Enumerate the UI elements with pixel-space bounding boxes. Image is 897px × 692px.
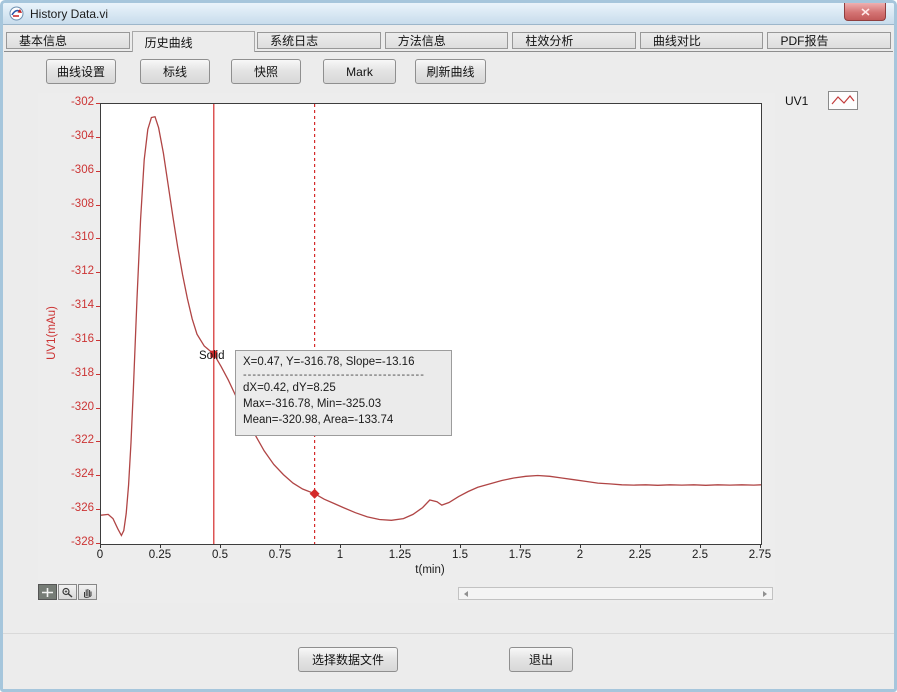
tab-label: 历史曲线 [145,34,193,51]
app-window: History Data.vi 基本信息 历史曲线 系统日志 方法信息 柱效分析 曲线对比… [0,0,897,692]
y-tick-label: -310 [54,231,94,243]
title-bar[interactable]: History Data.vi [3,3,894,25]
horizontal-scrollbar[interactable] [458,587,773,600]
left-arrow-icon [464,591,468,597]
tab-curve-compare[interactable]: 曲线对比 [640,32,764,49]
y-tick-label: -302 [54,96,94,108]
x-tick-label: 1.5 [438,549,482,561]
tab-column-efficiency[interactable]: 柱效分析 [512,32,636,49]
x-tick-label: 0.25 [138,549,182,561]
cursor-name-label[interactable]: Solid [199,350,225,362]
annotation-separator: --------------------------------------- [243,370,444,380]
tab-system-log[interactable]: 系统日志 [257,32,381,49]
exit-button[interactable]: 退出 [509,647,573,672]
x-tick-label: 0 [78,549,122,561]
app-icon [9,6,24,21]
annotation-line-3: Max=-316.78, Min=-325.03 [243,396,444,412]
y-tick-label: -322 [54,434,94,446]
x-tick-label: 2 [558,549,602,561]
curve-settings-button[interactable]: 曲线设置 [46,59,116,84]
crosshair-icon [41,587,54,598]
y-tick-label: -304 [54,130,94,142]
tab-label: 基本信息 [19,32,67,49]
tab-label: 方法信息 [398,32,446,49]
legend-line-style-icon[interactable] [828,91,858,110]
tab-pdf-report[interactable]: PDF报告 [767,32,891,49]
y-tick-label: -312 [54,265,94,277]
footer-divider [3,633,894,634]
x-tick-label: 1.75 [498,549,542,561]
x-tick-label: 0.75 [258,549,302,561]
x-tick-label: 2.75 [738,549,782,561]
close-button[interactable] [844,3,886,21]
magnifier-icon [61,587,74,598]
right-arrow-icon [763,591,767,597]
zoom-tool-button[interactable] [58,584,77,600]
y-tick-label: -324 [54,468,94,480]
tab-bar: 基本信息 历史曲线 系统日志 方法信息 柱效分析 曲线对比 PDF报告 [4,31,893,52]
y-tick-label: -318 [54,367,94,379]
y-tick-label: -326 [54,502,94,514]
x-tick-label: 2.5 [678,549,722,561]
y-tick-label: -306 [54,164,94,176]
x-tick-label: 2.25 [618,549,662,561]
tab-label: 柱效分析 [525,32,573,49]
scroll-right-button[interactable] [758,588,772,599]
scroll-left-button[interactable] [459,588,473,599]
plot-area[interactable] [100,103,762,545]
y-tick-label: -308 [54,198,94,210]
graph-palette [38,584,97,600]
hand-icon [81,587,94,598]
snapshot-button[interactable]: 快照 [231,59,301,84]
y-tick-label: -328 [54,536,94,548]
legend-series-label: UV1 [785,94,808,108]
cursor-marker-diamond[interactable] [310,489,320,499]
close-icon [861,8,870,16]
x-axis-title: t(min) [415,564,444,576]
tab-label: PDF报告 [780,32,828,49]
x-tick-label: 0.5 [198,549,242,561]
tab-method-info[interactable]: 方法信息 [385,32,509,49]
pan-tool-button[interactable] [78,584,97,600]
waveform-graph: UV1(mAu) t(min) -302-304-306-308-310-312… [38,93,775,603]
series-UV1 [101,117,761,536]
annotation-line-2: dX=0.42, dY=8.25 [243,380,444,396]
tab-basic-info[interactable]: 基本信息 [6,32,130,49]
tab-label: 系统日志 [270,32,318,49]
mark-button[interactable]: Mark [323,59,396,84]
window-title: History Data.vi [30,7,108,21]
refresh-curve-button[interactable]: 刷新曲线 [415,59,486,84]
tab-history-curve[interactable]: 历史曲线 [132,31,256,52]
plot-legend[interactable]: UV1 [785,91,858,110]
x-tick-label: 1.25 [378,549,422,561]
annotation-line-4: Mean=-320.98, Area=-133.74 [243,412,444,428]
y-tick-label: -314 [54,299,94,311]
marker-line-button[interactable]: 标线 [140,59,210,84]
annotation-line-1: X=0.47, Y=-316.78, Slope=-13.16 [243,354,444,370]
cursor-annotation-box[interactable]: X=0.47, Y=-316.78, Slope=-13.16 --------… [235,350,452,436]
y-tick-label: -316 [54,333,94,345]
cursor-tool-button[interactable] [38,584,57,600]
y-tick-label: -320 [54,401,94,413]
x-tick-label: 1 [318,549,362,561]
select-data-file-button[interactable]: 选择数据文件 [298,647,398,672]
tab-label: 曲线对比 [653,32,701,49]
